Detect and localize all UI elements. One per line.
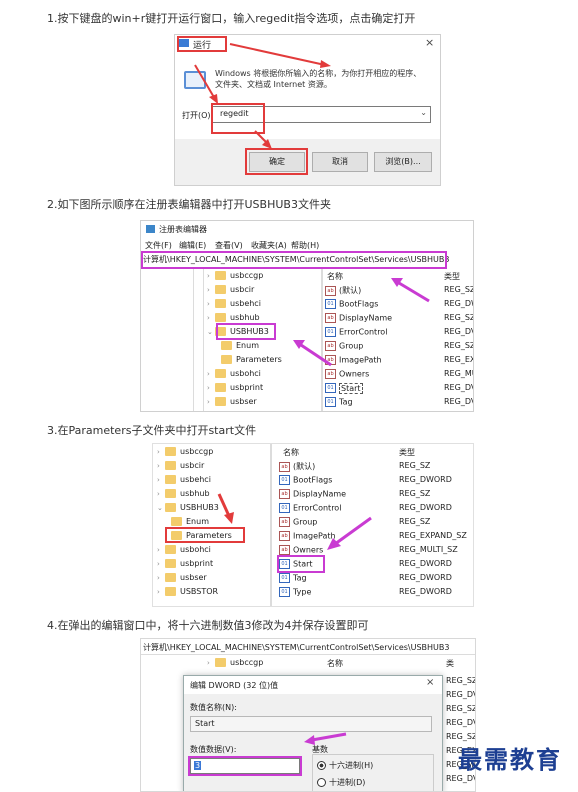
annotation-arrows: [194, 43, 331, 149]
annotation-arrows: [217, 493, 372, 550]
header-rule: [141, 654, 475, 655]
bg-type: REG_DV: [446, 690, 476, 699]
bg-type: REG_DV: [446, 774, 476, 783]
address-bar[interactable]: 计算机\HKEY_LOCAL_MACHINE\SYSTEM\CurrentCon…: [143, 642, 450, 653]
bg-type: REG_SZ: [446, 704, 476, 713]
bg-type: REG_DV: [446, 718, 476, 727]
regedit-window: 注册表编辑器 文件(F) 编辑(E) 查看(V) 收藏夹(A) 帮助(H) 计算…: [140, 220, 474, 412]
tree-item-usbccgp[interactable]: › usbccgp: [207, 658, 263, 667]
bg-type: REG_SZ: [446, 676, 476, 685]
watermark-logo: 最需教育: [458, 745, 562, 774]
edit-dword-dialog: 编辑 DWORD (32 位)值 × 数值名称(N): Start 数值数据(V…: [183, 675, 443, 791]
edit-view: 计算机\HKEY_LOCAL_MACHINE\SYSTEM\CurrentCon…: [140, 638, 476, 792]
column-type[interactable]: 类: [446, 658, 454, 669]
step-1-text: 1.按下键盘的win+r键打开运行窗口，输入regedit指令选项，点击确定打开: [47, 12, 416, 25]
column-name[interactable]: 名称: [327, 658, 343, 669]
step-3-text: 3.在Parameters子文件夹中打开start文件: [47, 424, 257, 437]
step-4-text: 4.在弹出的编辑窗口中，将十六进制数值3修改为4并保存设置即可: [47, 619, 369, 632]
annotation-arrows: [293, 278, 430, 367]
step-2-text: 2.如下图所示顺序在注册表编辑器中打开USBHUB3文件夹: [47, 198, 331, 211]
folder-icon: [215, 658, 226, 667]
annotation-arrows: [304, 732, 347, 745]
parameters-view: › usbccgp › usbcir › usbehci › usbhub ⌄ USBHU…: [152, 443, 474, 607]
run-dialog: 运行 × Windows 将根据你所输入的名称，为你打开相应的程序、文件夹、文档…: [174, 34, 441, 186]
